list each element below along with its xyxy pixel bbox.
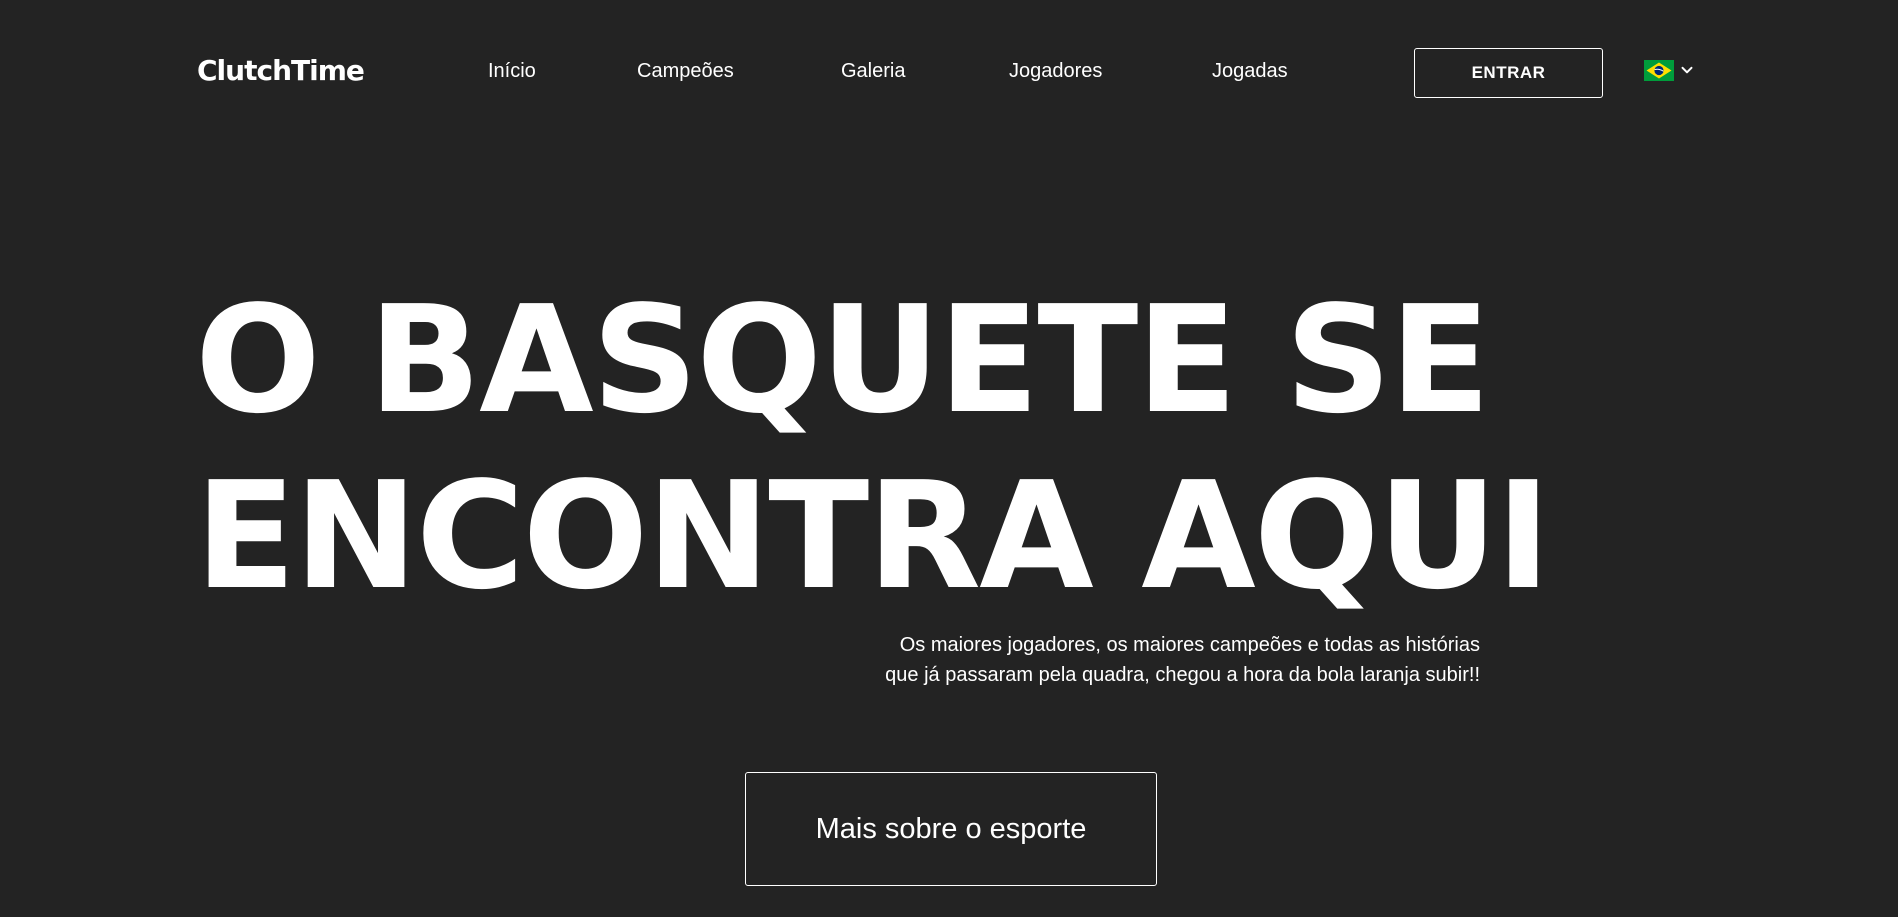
logo-text: ClutchTime [197,54,365,87]
hero-title-line-2: ENCONTRA AQUI [195,450,1551,622]
more-about-sport-button[interactable]: Mais sobre o esporte [745,772,1157,886]
nav-item-galeria[interactable]: Galeria [841,56,905,86]
login-button[interactable]: ENTRAR [1414,48,1603,98]
hero-subtitle: Os maiores jogadores, os maiores campeõe… [810,630,1480,690]
login-button-label: ENTRAR [1471,63,1546,82]
hero-title-line-1: O BASQUETE SE [195,274,1491,446]
language-selector[interactable] [1644,58,1694,82]
nav-item-jogadores[interactable]: Jogadores [1009,56,1102,86]
chevron-down-icon [1681,66,1693,74]
nav-item-campeoes[interactable]: Campeões [637,56,734,86]
logo[interactable]: ClutchTime [197,53,365,89]
hero-subtitle-line-1: Os maiores jogadores, os maiores campeõe… [899,634,1480,656]
nav-item-inicio[interactable]: Início [488,56,536,86]
landing-page: ClutchTime Início Campeões Galeria Jogad… [0,0,1898,917]
cta-button-label: Mais sobre o esporte [815,812,1087,845]
nav-item-jogadas[interactable]: Jogadas [1212,56,1288,86]
brazil-flag-icon [1644,59,1674,81]
hero-title: O BASQUETE SE ENCONTRA AQUI [195,272,1551,624]
hero-subtitle-line-2: que já passaram pela quadra, chegou a ho… [885,664,1480,686]
